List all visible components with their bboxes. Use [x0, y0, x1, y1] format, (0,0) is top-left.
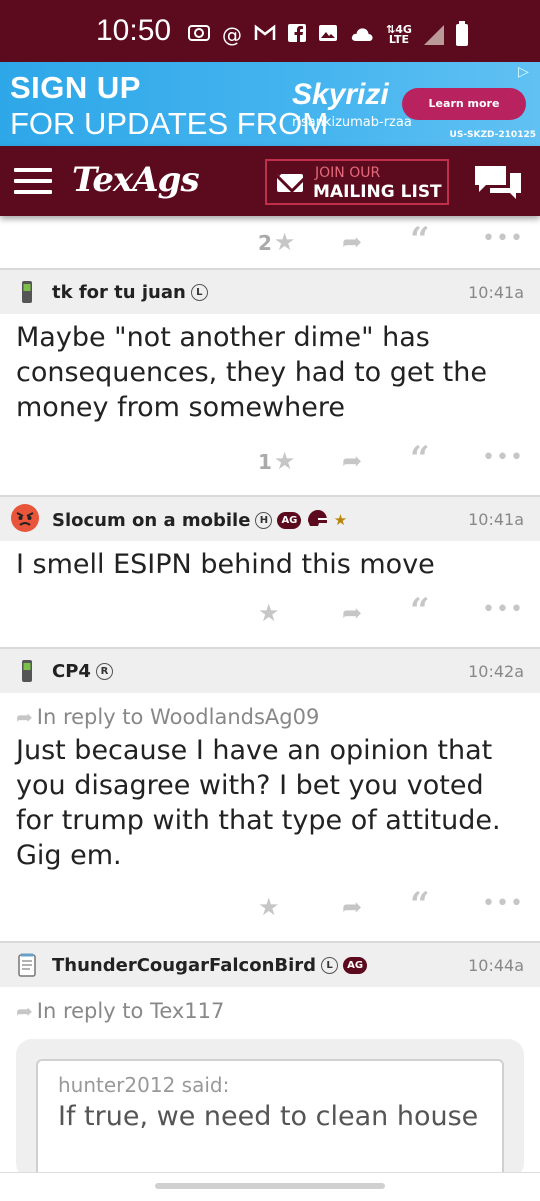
badge-ag: AG: [277, 512, 302, 529]
notepad-icon: [16, 953, 38, 977]
star-button[interactable]: ★: [258, 893, 280, 921]
post-author[interactable]: CP4 R: [52, 661, 113, 682]
post-actions: 1★ ➦ “ •••: [0, 435, 540, 487]
star-count: 1: [258, 450, 272, 474]
facebook-icon: [288, 23, 306, 47]
status-time: 10:50: [96, 14, 172, 47]
post-body: Just because I have an opinion that you …: [16, 735, 501, 871]
adchoices-icon[interactable]: ▷: [518, 64, 534, 80]
at-sign-icon: @: [222, 23, 242, 47]
ad-brand: Skyrizi: [292, 78, 389, 111]
more-options-icon[interactable]: •••: [482, 597, 524, 622]
ad-generic-name: risankizumab-rzaa: [292, 115, 412, 130]
post-header: CP4 R 10:42a: [0, 647, 540, 693]
post-feed: 2★ ➦ “ ••• tk for tu juan L 10:41a Maybe…: [0, 216, 540, 1179]
signal-strength-icon: [423, 25, 444, 45]
username[interactable]: ThunderCougarFalconBird: [52, 955, 316, 976]
post-actions: ★ ➦ “ •••: [0, 881, 540, 933]
quote-author[interactable]: hunter2012 said:: [58, 1073, 482, 1097]
reply-icon[interactable]: ➦: [342, 447, 362, 475]
angry-face-avatar-icon: [11, 504, 39, 532]
reply-to-link[interactable]: ➦ In reply to WoodlandsAg09: [0, 693, 540, 729]
quote-icon[interactable]: “: [410, 220, 430, 260]
star-button[interactable]: 1★: [258, 447, 295, 475]
cloud-icon: [350, 23, 374, 47]
more-options-icon[interactable]: •••: [482, 226, 524, 251]
post-actions: 2★ ➦ “ •••: [0, 216, 540, 268]
badge-l: L: [190, 284, 208, 301]
ad-headline: SIGN UP: [10, 70, 141, 105]
post-author[interactable]: tk for tu juan L: [52, 282, 208, 303]
post-header: tk for tu juan L 10:41a: [0, 268, 540, 314]
quote-text: If true, we need to clean house: [58, 1101, 479, 1132]
post-actions: ★ ➦ “ •••: [0, 587, 540, 639]
badge-r: R: [95, 663, 113, 680]
ad-subheadline: FOR UPDATES FROM: [10, 106, 329, 141]
hamburger-menu-icon[interactable]: [14, 168, 52, 194]
reply-icon[interactable]: ➦: [342, 228, 362, 256]
mailing-line1: JOIN OUR: [315, 165, 381, 181]
quote-icon[interactable]: “: [410, 885, 430, 925]
more-options-icon[interactable]: •••: [482, 445, 524, 470]
status-icons: @ ⇅4G LTE: [188, 20, 468, 50]
ad-banner[interactable]: SIGN UP FOR UPDATES FROM Skyrizi risanki…: [0, 62, 540, 146]
post-body: I smell ESIPN behind this move: [16, 549, 435, 580]
home-indicator[interactable]: [155, 1183, 385, 1189]
quote-block: hunter2012 said: If true, we need to cle…: [16, 1039, 524, 1179]
status-bar: 10:50 @ ⇅4G LTE: [0, 0, 540, 62]
reply-to-link[interactable]: ➦ In reply to Tex117: [0, 987, 540, 1023]
reply-arrow-icon: ➦: [16, 705, 33, 729]
envelope-icon: [277, 174, 303, 192]
badge-ag: AG: [343, 957, 368, 974]
quote-icon[interactable]: “: [410, 591, 430, 631]
image-icon: [318, 23, 338, 47]
mobile-phone-icon: [16, 280, 38, 304]
quoted-post: hunter2012 said: If true, we need to cle…: [36, 1059, 504, 1179]
mailing-list-button[interactable]: JOIN OUR MAILING LIST: [265, 159, 449, 205]
ad-code: US-SKZD-210125: [449, 130, 536, 140]
post-header: Slocum on a mobile H AG ★ 10:41a: [0, 495, 540, 541]
post-time: 10:41a: [468, 510, 524, 529]
gesture-navigation-bar: [0, 1172, 540, 1201]
star-badge-icon: ★: [333, 511, 348, 529]
post-author[interactable]: Slocum on a mobile H AG ★: [52, 509, 347, 532]
star-button[interactable]: ★: [258, 599, 280, 627]
reply-to-text[interactable]: In reply to WoodlandsAg09: [37, 705, 320, 729]
reply-icon[interactable]: ➦: [342, 893, 362, 921]
quote-icon[interactable]: “: [410, 439, 430, 479]
post-body: Maybe "not another dime" has consequence…: [16, 322, 487, 423]
post-author[interactable]: ThunderCougarFalconBird L AG: [52, 955, 368, 976]
star-button[interactable]: 2★: [258, 228, 295, 256]
username[interactable]: Slocum on a mobile: [52, 510, 250, 531]
site-logo[interactable]: TexAgs: [72, 160, 200, 200]
reply-to-text[interactable]: In reply to Tex117: [37, 999, 225, 1023]
badge-h: H: [255, 512, 273, 529]
post-time: 10:42a: [468, 662, 524, 681]
post-time: 10:41a: [468, 283, 524, 302]
battery-icon: [455, 21, 468, 46]
username[interactable]: tk for tu juan: [52, 282, 186, 303]
network-type-icon: ⇅4G LTE: [386, 23, 412, 46]
chat-bubbles-icon[interactable]: [472, 163, 524, 201]
ad-learn-more-button[interactable]: Learn more: [402, 88, 526, 120]
post-time: 10:44a: [468, 956, 524, 975]
helmet-icon: [306, 509, 328, 532]
camera-notification-icon: [188, 23, 210, 47]
more-options-icon[interactable]: •••: [482, 891, 524, 916]
star-count: 2: [258, 231, 272, 255]
mobile-phone-icon: [16, 659, 38, 683]
reply-arrow-icon: ➦: [16, 999, 33, 1023]
reply-icon[interactable]: ➦: [342, 599, 362, 627]
post-header: ThunderCougarFalconBird L AG 10:44a: [0, 941, 540, 987]
mailing-line2: MAILING LIST: [313, 182, 442, 202]
badge-l: L: [321, 957, 339, 974]
username[interactable]: CP4: [52, 661, 91, 682]
site-header: TexAgs JOIN OUR MAILING LIST: [0, 146, 540, 216]
gmail-icon: [254, 23, 276, 47]
